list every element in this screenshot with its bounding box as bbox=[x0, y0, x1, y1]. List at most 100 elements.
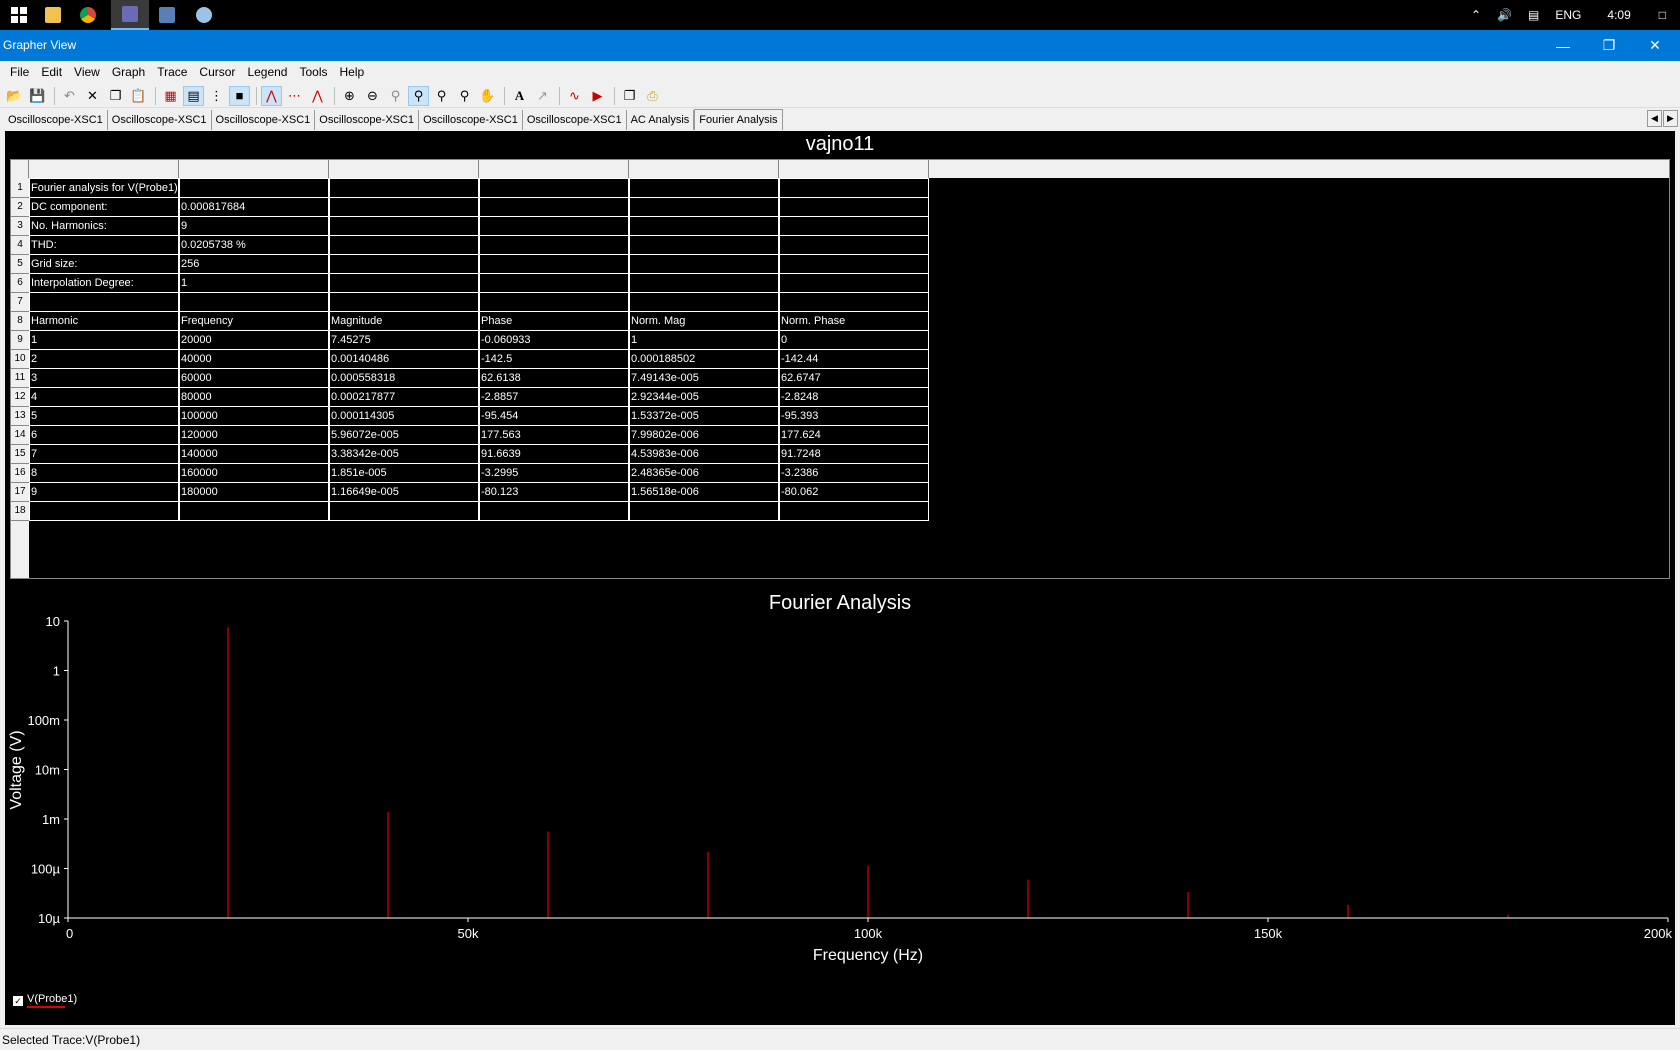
overlay-traces-icon[interactable]: ∿ bbox=[564, 86, 585, 106]
grid-cell[interactable]: 1 bbox=[29, 330, 179, 350]
file-explorer-icon[interactable] bbox=[34, 0, 72, 30]
grid-cell[interactable] bbox=[629, 235, 779, 255]
grid-row-number[interactable]: 17 bbox=[11, 482, 29, 502]
tab-oscilloscope-3[interactable]: Oscilloscope-XSC1 bbox=[212, 110, 316, 130]
grid-cell[interactable] bbox=[779, 292, 929, 312]
menu-graph[interactable]: Graph bbox=[106, 61, 151, 83]
grid-cell[interactable] bbox=[779, 254, 929, 274]
grid-cell[interactable]: 1.56518e-006 bbox=[629, 482, 779, 502]
grid-cell[interactable]: 62.6747 bbox=[779, 368, 929, 388]
grid-cell[interactable]: 7 bbox=[29, 444, 179, 464]
zoom-in-icon[interactable]: ⊕ bbox=[339, 86, 360, 106]
grid-cell[interactable]: 2.92344e-005 bbox=[629, 387, 779, 407]
grid-cell[interactable]: -2.8248 bbox=[779, 387, 929, 407]
grid-row-number[interactable]: 1 bbox=[11, 178, 29, 198]
grid-cell[interactable]: 1.16649e-005 bbox=[329, 482, 479, 502]
reverse-colors-icon[interactable]: ■ bbox=[229, 85, 250, 106]
grid-cell[interactable] bbox=[479, 178, 629, 198]
grid-cell[interactable]: Norm. Mag bbox=[629, 311, 779, 331]
grid-column-d[interactable] bbox=[479, 160, 629, 178]
grid-cell[interactable]: -95.393 bbox=[779, 406, 929, 426]
tab-fourier-analysis[interactable]: Fourier Analysis bbox=[694, 109, 783, 130]
grid-cell[interactable] bbox=[479, 273, 629, 293]
grid-cell[interactable]: 5 bbox=[29, 406, 179, 426]
grid-column-c[interactable] bbox=[329, 160, 479, 178]
grid-cell[interactable] bbox=[179, 178, 329, 198]
grid-cell[interactable]: No. Harmonics: bbox=[29, 216, 179, 236]
menu-file[interactable]: File bbox=[4, 61, 35, 83]
copy-icon[interactable]: ❐ bbox=[105, 86, 126, 106]
menu-help[interactable]: Help bbox=[334, 61, 371, 83]
grid-cell[interactable]: 120000 bbox=[179, 425, 329, 445]
grid-row-number[interactable]: 8 bbox=[11, 311, 29, 331]
grid-cell[interactable]: 91.6639 bbox=[479, 444, 629, 464]
network-icon[interactable]: ▤ bbox=[1528, 8, 1539, 22]
grid-cell[interactable]: 62.6138 bbox=[479, 368, 629, 388]
chrome-icon[interactable] bbox=[69, 0, 107, 30]
grid-cell[interactable] bbox=[329, 292, 479, 312]
grid-cell[interactable]: 0.000817684 bbox=[179, 197, 329, 217]
grid-cell[interactable]: 40000 bbox=[179, 349, 329, 369]
grid-cell[interactable]: 2.48365e-006 bbox=[629, 463, 779, 483]
grid-cell[interactable]: DC component: bbox=[29, 197, 179, 217]
cursor-icon[interactable]: ⋮ bbox=[206, 86, 227, 106]
grid-cell[interactable] bbox=[629, 292, 779, 312]
grid-cell[interactable]: 177.563 bbox=[479, 425, 629, 445]
grid-cell[interactable]: 4.53983e-006 bbox=[629, 444, 779, 464]
grid-cell[interactable]: 100000 bbox=[179, 406, 329, 426]
zoom-x-icon[interactable]: ⚲ bbox=[431, 86, 452, 106]
grid-row-number[interactable]: 11 bbox=[11, 368, 29, 388]
grid-cell[interactable] bbox=[629, 178, 779, 198]
grid-cell[interactable]: 3 bbox=[29, 368, 179, 388]
grid-row-number[interactable]: 6 bbox=[11, 273, 29, 293]
grid-cell[interactable]: 1 bbox=[179, 273, 329, 293]
grid-row-number[interactable]: 15 bbox=[11, 444, 29, 464]
grid-cell[interactable]: -80.062 bbox=[779, 482, 929, 502]
open-icon[interactable]: 📂 bbox=[4, 86, 25, 106]
grid-cell[interactable] bbox=[779, 273, 929, 293]
grid-cell[interactable]: 0.000114305 bbox=[329, 406, 479, 426]
export-icon[interactable]: ▶ bbox=[587, 86, 608, 106]
grid-cell[interactable]: 91.7248 bbox=[779, 444, 929, 464]
tab-oscilloscope-5[interactable]: Oscilloscope-XSC1 bbox=[419, 110, 523, 130]
grid-cell[interactable]: 256 bbox=[179, 254, 329, 274]
grid-cell[interactable] bbox=[629, 197, 779, 217]
grid-cell[interactable] bbox=[329, 501, 479, 521]
grid-cell[interactable] bbox=[479, 292, 629, 312]
grid-cell[interactable]: 180000 bbox=[179, 482, 329, 502]
grid-cell[interactable] bbox=[329, 178, 479, 198]
grid-cell[interactable]: Harmonic bbox=[29, 311, 179, 331]
grid-cell[interactable] bbox=[779, 216, 929, 236]
grid-cell[interactable] bbox=[779, 501, 929, 521]
grid-row-number[interactable]: 2 bbox=[11, 197, 29, 217]
grid-cell[interactable]: -95.454 bbox=[479, 406, 629, 426]
tab-oscilloscope-2[interactable]: Oscilloscope-XSC1 bbox=[108, 110, 212, 130]
grid-row-number[interactable]: 3 bbox=[11, 216, 29, 236]
show-lines-markers-icon[interactable]: ⋀ bbox=[307, 86, 328, 106]
grid-cell[interactable] bbox=[479, 235, 629, 255]
grid-cell[interactable]: 7.99802e-006 bbox=[629, 425, 779, 445]
text-icon[interactable]: A bbox=[509, 86, 530, 106]
grid-cell[interactable]: 60000 bbox=[179, 368, 329, 388]
grid-cell[interactable]: 177.624 bbox=[779, 425, 929, 445]
grid-cell[interactable] bbox=[779, 235, 929, 255]
grid-row-number[interactable]: 7 bbox=[11, 292, 29, 312]
show-lines-icon[interactable]: ⋀ bbox=[261, 85, 282, 106]
grid-cell[interactable]: Norm. Phase bbox=[779, 311, 929, 331]
grid-cell[interactable] bbox=[479, 216, 629, 236]
grid-cell[interactable] bbox=[29, 292, 179, 312]
grid-row-number[interactable]: 18 bbox=[11, 501, 29, 521]
grid-row-number[interactable]: 10 bbox=[11, 349, 29, 369]
menu-legend[interactable]: Legend bbox=[241, 61, 293, 83]
grid-cell[interactable]: THD: bbox=[29, 235, 179, 255]
grid-row-number[interactable]: 5 bbox=[11, 254, 29, 274]
grid-cell[interactable]: -0.060933 bbox=[479, 330, 629, 350]
tab-scroll-left-icon[interactable]: ◀ bbox=[1647, 110, 1662, 127]
grid-cell[interactable] bbox=[179, 292, 329, 312]
volume-icon[interactable]: 🔊 bbox=[1497, 8, 1512, 22]
language-indicator[interactable]: ENG bbox=[1555, 8, 1581, 22]
tab-oscilloscope-1[interactable]: Oscilloscope-XSC1 bbox=[4, 110, 108, 130]
grid-cell[interactable]: 140000 bbox=[179, 444, 329, 464]
tab-ac-analysis[interactable]: AC Analysis bbox=[627, 110, 695, 130]
grid-row-number[interactable]: 13 bbox=[11, 406, 29, 426]
